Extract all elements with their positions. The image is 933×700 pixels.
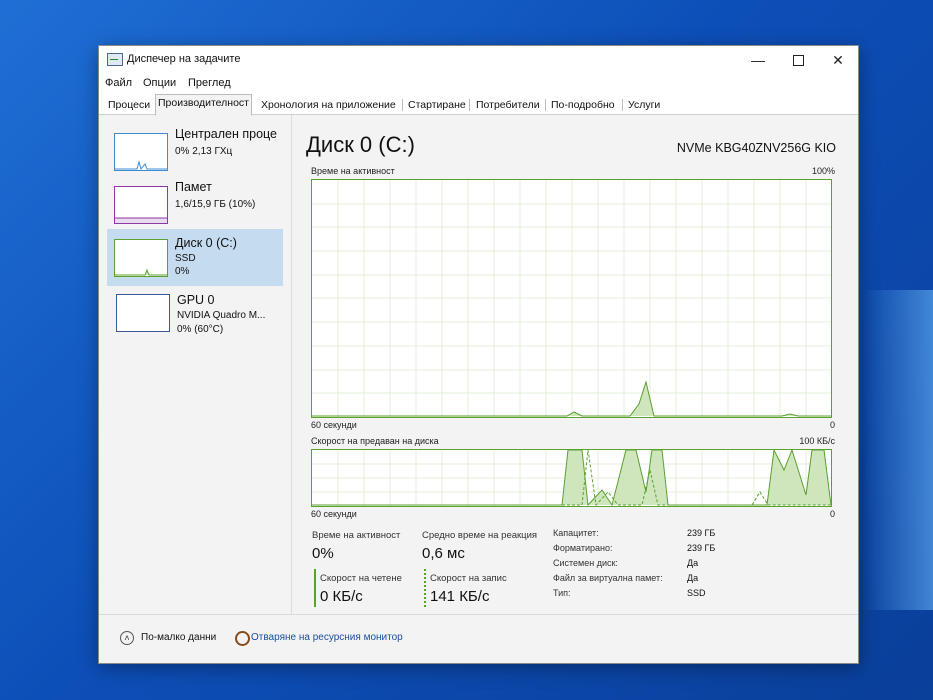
minimize-button[interactable]: — [738,46,778,74]
read-speed-value: 0 КБ/с [320,588,363,605]
task-manager-window: Диспечер на задачите — ✕ Файл Опции Прег… [98,45,859,664]
read-speed-indicator [314,569,316,607]
prop-type-value: SSD [687,588,706,598]
prop-page-file-value: Да [687,573,699,583]
active-time-stat-label: Време на активност [312,530,401,541]
read-speed-label: Скорост на четене [320,573,402,584]
cpu-thumbnail-line [115,160,167,171]
sidebar-gpu-name: GPU 0 [177,293,215,307]
maximize-icon [792,54,804,66]
sidebar-cpu-name: Централен проце [175,127,277,141]
memory-thumbnail-graph [114,186,168,224]
write-speed-value: 141 КБ/с [430,588,490,605]
active-time-graph-max: 100% [811,166,835,176]
sidebar-memory-name: Памет [175,180,212,194]
title-bar[interactable]: Диспечер на задачите — ✕ [99,46,858,74]
transfer-graph-label: Скорост на предаван на диска [311,436,439,446]
response-time-stat-label: Средно време на реакция [422,530,538,541]
tab-separator [469,99,470,111]
sidebar-item-cpu[interactable]: Централен проце 0% 2,13 ГХц [107,123,283,180]
tab-users[interactable]: Потребители [473,96,543,115]
prop-capacity-label: Капацитет: [553,528,599,538]
footer-bar: ˄ По-малко данни Отваряне на ресурсния м… [99,614,858,663]
active-time-graph-label: Време на активност [311,166,395,176]
active-time-graph-duration: 60 секунди [311,420,357,430]
disk-title: Диск 0 (C:) [306,132,415,157]
fewer-details-link[interactable]: По-малко данни [141,632,216,643]
active-time-stat-value: 0% [312,545,334,562]
prop-capacity-value: 239 ГБ [687,528,716,538]
disk-thumbnail-line [115,268,167,276]
gpu-thumbnail-graph [116,294,170,332]
menu-bar: Файл Опции Преглед [99,74,858,94]
prop-formatted-label: Форматирано: [553,543,613,553]
tab-performance[interactable]: Производителност [155,94,252,116]
menu-file[interactable]: Файл [105,77,132,89]
memory-thumbnail-line [115,217,167,223]
active-time-graph-svg [312,180,831,417]
tab-app-history[interactable]: Хронология на приложение [258,96,399,115]
sidebar-disk-type: SSD [175,253,196,264]
tab-details[interactable]: По-подробно [548,96,618,115]
sidebar-disk-name: Диск 0 (C:) [175,236,237,250]
sidebar-item-disk[interactable]: Диск 0 (C:) SSD 0% [107,229,283,286]
sidebar-item-memory[interactable]: Памет 1,6/15,9 ГБ (10%) [107,176,283,233]
prop-system-disk-label: Системен диск: [553,558,618,568]
tab-startup[interactable]: Стартиране [405,96,469,115]
sidebar-gpu-model: NVIDIA Quadro M... [177,310,266,321]
active-time-graph [311,179,832,418]
tab-separator [545,99,546,111]
resource-sidebar: Централен проце 0% 2,13 ГХц Памет 1,6/15… [99,115,292,615]
tab-services[interactable]: Услуги [625,96,663,115]
tab-separator [622,99,623,111]
response-time-stat-value: 0,6 мс [422,545,465,562]
resource-monitor-icon [235,631,250,646]
close-button[interactable]: ✕ [818,46,858,74]
maximize-button[interactable] [778,46,818,74]
desktop-background [863,290,933,610]
tab-separator [402,99,403,111]
prop-system-disk-value: Да [687,558,699,568]
menu-view[interactable]: Преглед [188,77,231,89]
prop-formatted-value: 239 ГБ [687,543,716,553]
write-speed-label: Скорост на запис [430,573,507,584]
disk-model: NVMe KBG40ZNV256G KIO [676,141,836,155]
sidebar-item-gpu[interactable]: GPU 0 NVIDIA Quadro M... 0% (60°C) [107,286,283,343]
open-resource-monitor-link[interactable]: Отваряне на ресурсния монитор [251,632,403,643]
disk-performance-panel: Диск 0 (C:) NVMe KBG40ZNV256G KIO Време … [292,115,858,615]
menu-options[interactable]: Опции [143,77,176,89]
transfer-graph-duration: 60 секунди [311,509,357,519]
transfer-graph-min: 0 [829,509,835,519]
transfer-rate-graph-svg [312,448,832,507]
window-title: Диспечер на задачите [127,53,241,65]
cpu-thumbnail-graph [114,133,168,171]
sidebar-memory-usage: 1,6/15,9 ГБ (10%) [175,199,256,210]
prop-type-label: Тип: [553,588,571,598]
transfer-graph-max: 100 КБ/с [799,436,835,446]
transfer-rate-graph [311,448,832,507]
tab-processes[interactable]: Процеси [105,96,153,115]
write-speed-indicator [424,569,426,607]
chevron-up-icon[interactable]: ˄ [120,631,134,645]
sidebar-disk-usage: 0% [175,266,190,277]
tab-bar: Процеси Производителност Хронология на п… [99,94,858,116]
sidebar-gpu-usage: 0% (60°C) [177,324,224,335]
sidebar-cpu-usage: 0% 2,13 ГХц [175,146,233,157]
prop-page-file-label: Файл за виртуална памет: [553,573,663,583]
disk-thumbnail-graph [114,239,168,277]
active-time-grid [312,180,831,417]
task-manager-icon [107,53,123,66]
active-time-graph-min: 0 [829,420,835,430]
